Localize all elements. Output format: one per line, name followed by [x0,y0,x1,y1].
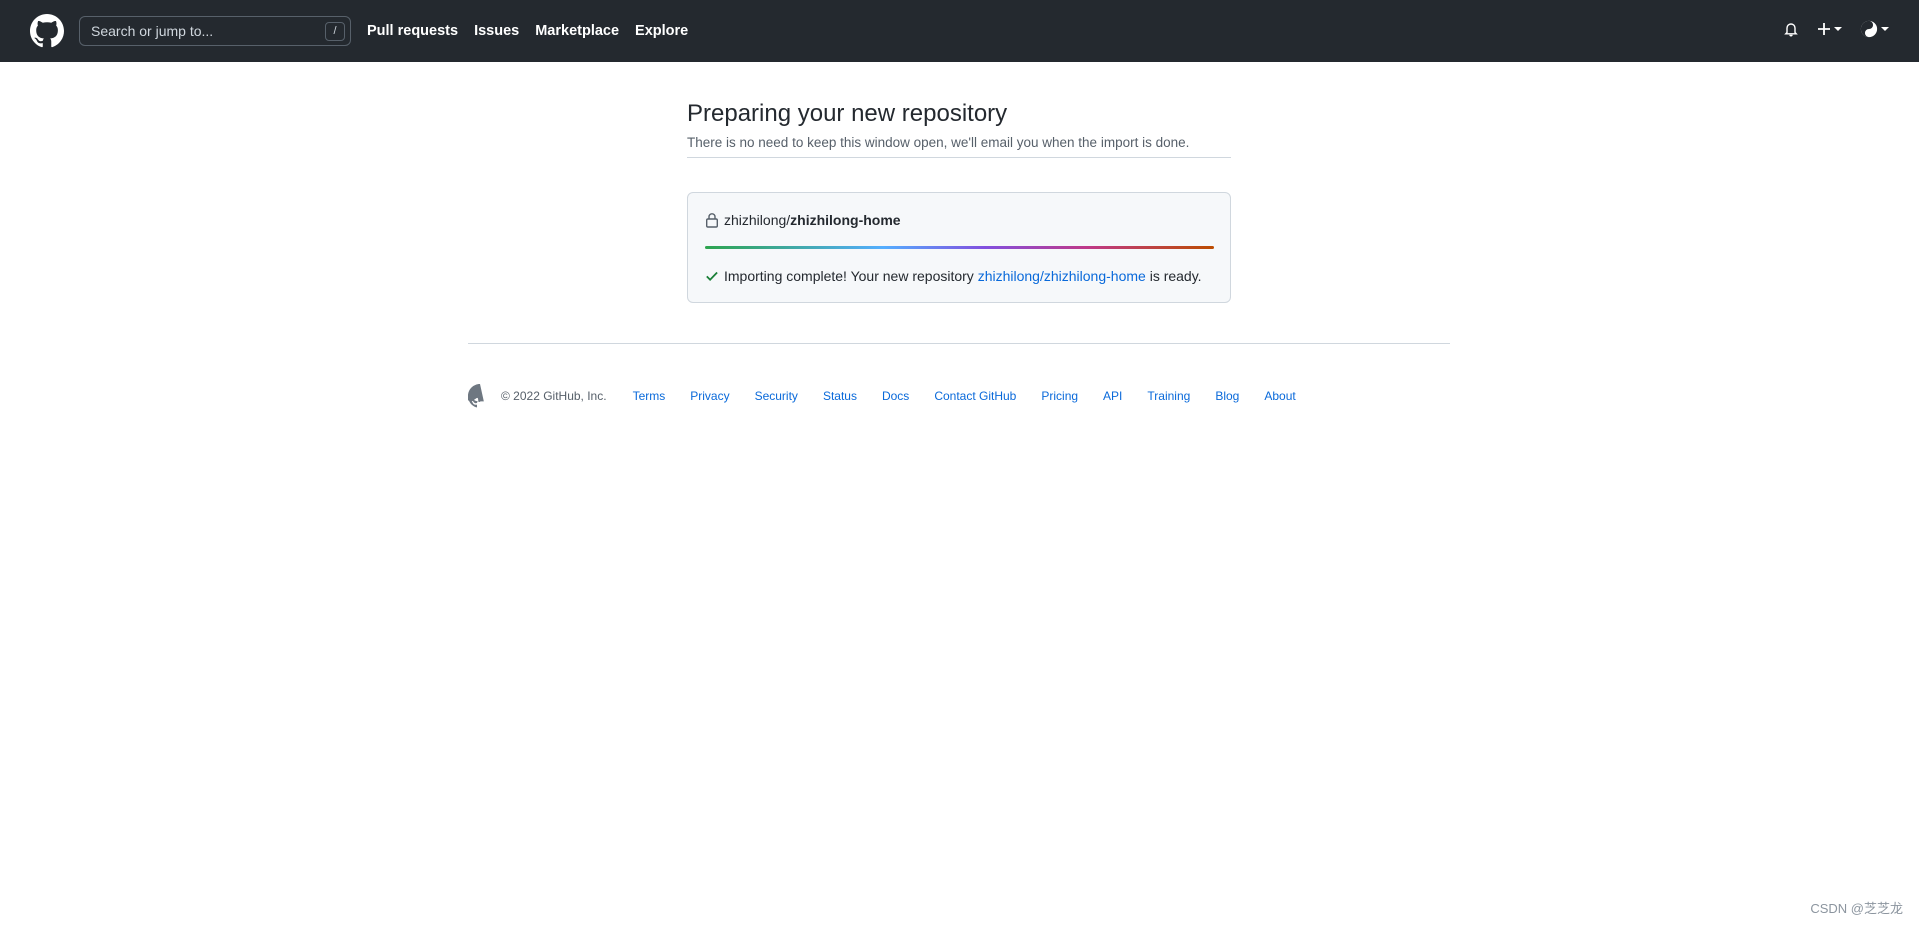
repo-name: zhizhilong-home [790,212,901,228]
status-suffix: is ready. [1145,268,1202,284]
create-new-button[interactable] [1817,22,1842,36]
global-header: / Pull requests Issues Marketplace Explo… [0,0,1919,62]
lock-icon [706,213,719,228]
nav-issues[interactable]: Issues [474,22,519,40]
footer-link-about[interactable]: About [1264,389,1295,403]
nav-explore[interactable]: Explore [635,22,688,40]
page-title: Preparing your new repository [687,100,1008,127]
user-menu-button[interactable] [1860,20,1889,38]
nav-pull-requests[interactable]: Pull requests [367,22,458,40]
footer-link-security[interactable]: Security [755,389,798,403]
github-mark-icon[interactable] [30,14,64,48]
github-mark-icon[interactable] [468,384,492,408]
site-footer: © 2022 GitHub, Inc. Terms Privacy Securi… [468,384,1450,408]
title-divider [687,157,1231,158]
import-progress-box: zhizhilong/zhizhilong-home Importing com… [687,192,1231,303]
repo-owner: zhizhilong/ [724,212,791,228]
footer-link-contact[interactable]: Contact GitHub [934,389,1016,403]
new-repo-link[interactable]: zhizhilong/zhizhilong-home [978,268,1146,284]
import-progress-bar [705,246,1214,249]
search-box[interactable]: / [79,16,351,46]
footer-link-docs[interactable]: Docs [882,389,909,403]
page-subtitle: There is no need to keep this window ope… [687,135,1190,150]
import-status-header: Preparing your new repository There is n… [687,100,1231,158]
footer-link-privacy[interactable]: Privacy [690,389,729,403]
footer-link-terms[interactable]: Terms [633,389,666,403]
footer-link-training[interactable]: Training [1147,389,1190,403]
yin-yang-avatar-icon [1860,20,1878,38]
footer-link-status[interactable]: Status [823,389,857,403]
search-shortcut-key: / [325,22,345,41]
header-actions [1783,20,1889,38]
repo-name-line: zhizhilong/zhizhilong-home [705,212,901,228]
search-input[interactable] [80,17,320,45]
footer-divider [468,343,1450,344]
check-icon [706,271,718,281]
header-nav: Pull requests Issues Marketplace Explore [367,22,688,40]
import-status-message: Importing complete! Your new repository … [705,268,1202,284]
nav-marketplace[interactable]: Marketplace [535,22,619,40]
csdn-watermark: CSDN @芝芝龙 [1810,901,1903,916]
chevron-down-icon [1881,27,1889,31]
footer-copyright: © 2022 GitHub, Inc. [501,389,607,403]
chevron-down-icon [1834,27,1842,31]
footer-link-api[interactable]: API [1103,389,1122,403]
notifications-button[interactable] [1783,21,1799,37]
plus-icon [1818,23,1830,35]
footer-links: Terms Privacy Security Status Docs Conta… [633,389,1296,403]
status-prefix: Importing complete! Your new repository [724,268,978,284]
footer-link-blog[interactable]: Blog [1215,389,1239,403]
footer-link-pricing[interactable]: Pricing [1041,389,1078,403]
bell-icon [1784,23,1798,37]
